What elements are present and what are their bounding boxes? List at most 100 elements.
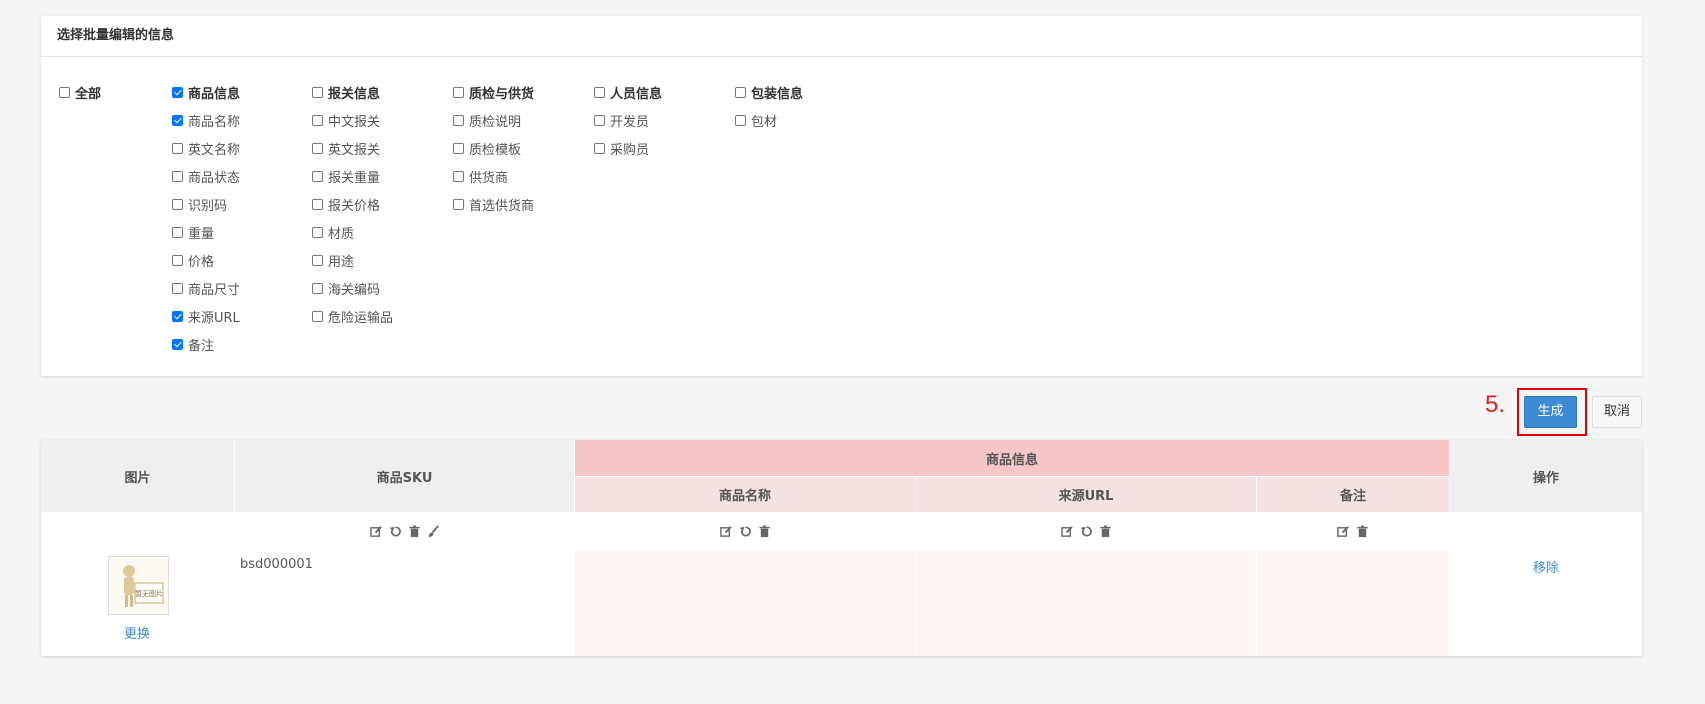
checkbox-box[interactable] [594, 142, 605, 154]
checkbox-box[interactable] [172, 198, 183, 210]
field-checkbox[interactable]: 质检说明 [453, 106, 534, 134]
checkbox-box[interactable] [735, 114, 746, 126]
field-checkbox[interactable]: 海关编码 [312, 274, 393, 302]
checkbox-box[interactable] [172, 226, 183, 238]
cell-note[interactable] [1257, 551, 1449, 656]
field-checkbox[interactable]: 商品名称 [172, 106, 240, 134]
field-checkbox[interactable]: 材质 [312, 218, 393, 246]
field-checkbox[interactable]: 备注 [172, 330, 240, 358]
field-checkbox[interactable]: 包材 [735, 106, 803, 134]
checkbox-box[interactable] [172, 310, 183, 322]
field-checkbox[interactable]: 报关重量 [312, 162, 393, 190]
checkbox-box[interactable] [172, 86, 183, 98]
field-checkbox[interactable]: 采购员 [594, 134, 662, 162]
checkbox-box[interactable] [453, 142, 464, 154]
field-checkbox-label: 商品尺寸 [188, 282, 241, 298]
field-checkbox[interactable]: 商品状态 [172, 162, 240, 190]
group-header-checkbox[interactable]: 商品信息 [172, 78, 240, 106]
field-checkbox-label: 中文报关 [328, 114, 381, 130]
checkbox-box[interactable] [312, 226, 323, 238]
field-checkbox[interactable]: 供货商 [453, 162, 534, 190]
trash-icon[interactable] [1099, 524, 1112, 538]
group-header-checkbox[interactable]: 包装信息 [735, 78, 803, 106]
checkbox-box[interactable] [312, 282, 323, 294]
field-checkbox-label: 首选供货商 [469, 198, 535, 214]
cell-product-name[interactable] [575, 551, 915, 656]
edit-icon[interactable] [1060, 525, 1074, 538]
field-checkbox[interactable]: 识别码 [172, 190, 240, 218]
checkbox-box[interactable] [594, 114, 605, 126]
checkbox-box[interactable] [172, 338, 183, 350]
checkbox-box[interactable] [172, 142, 183, 154]
checkbox-box[interactable] [312, 86, 323, 98]
result-table: 图片 商品SKU 商品信息 商品名称 来源URL 备注 操作 暂无图片 更换 b… [41, 440, 1642, 656]
edit-icon[interactable] [1337, 525, 1350, 538]
group-header-checkbox[interactable]: 报关信息 [312, 78, 393, 106]
checkbox-box[interactable] [312, 142, 323, 154]
field-checkbox[interactable]: 英文报关 [312, 134, 393, 162]
checkbox-box[interactable] [312, 170, 323, 182]
field-checkbox-label: 英文名称 [188, 142, 241, 158]
field-checkbox[interactable]: 报关价格 [312, 190, 393, 218]
field-checkbox-label: 来源URL [188, 310, 240, 326]
group-header-label: 人员信息 [610, 86, 663, 102]
field-checkbox[interactable]: 质检模板 [453, 134, 534, 162]
note-tools [1257, 512, 1449, 550]
step-annotation: 5. [1485, 391, 1506, 418]
checkbox-box[interactable] [594, 86, 605, 98]
field-checkbox[interactable]: 商品尺寸 [172, 274, 240, 302]
undo-icon[interactable] [1080, 525, 1093, 538]
remove-link[interactable]: 移除 [1533, 557, 1559, 576]
field-checkbox-label: 质检说明 [469, 114, 522, 130]
group-header-label: 报关信息 [328, 86, 381, 102]
field-checkbox[interactable]: 来源URL [172, 302, 240, 330]
replace-image-link[interactable]: 更换 [124, 623, 150, 642]
checkbox-box[interactable] [735, 86, 746, 98]
checkbox-box[interactable] [312, 254, 323, 266]
field-checkbox[interactable]: 英文名称 [172, 134, 240, 162]
undo-icon[interactable] [389, 525, 402, 538]
field-checkbox-label: 识别码 [188, 198, 228, 214]
field-checkbox[interactable]: 危险运输品 [312, 302, 393, 330]
checkbox-all[interactable]: 全部 [59, 78, 101, 106]
checkbox-group-2: 质检与供货质检说明质检模板供货商首选供货商 [453, 78, 534, 218]
field-checkbox-label: 质检模板 [469, 142, 522, 158]
checkbox-box[interactable] [453, 198, 464, 210]
generate-button[interactable]: 生成 [1524, 396, 1577, 428]
field-checkbox-label: 海关编码 [328, 282, 381, 298]
all-column: 全部 [59, 78, 101, 106]
cancel-button[interactable]: 取消 [1592, 396, 1642, 428]
brush-icon[interactable] [427, 524, 440, 538]
edit-icon[interactable] [719, 525, 733, 538]
checkbox-all-box[interactable] [59, 86, 70, 98]
edit-icon[interactable] [369, 525, 383, 538]
checkbox-box[interactable] [172, 170, 183, 182]
checkbox-box[interactable] [453, 114, 464, 126]
trash-icon[interactable] [758, 524, 771, 538]
field-checkbox[interactable]: 用途 [312, 246, 393, 274]
field-checkbox[interactable]: 开发员 [594, 106, 662, 134]
cell-source-url[interactable] [916, 551, 1256, 656]
batch-edit-panel: 选择批量编辑的信息 全部 商品信息 商品名称 英文名称 商品状态 识别码 重量 价格 商品尺寸… [41, 16, 1642, 376]
group-header-checkbox[interactable]: 质检与供货 [453, 78, 534, 106]
placeholder-figure-icon: 暂无图片 [123, 565, 164, 607]
checkbox-box[interactable] [453, 86, 464, 98]
checkbox-box[interactable] [312, 310, 323, 322]
field-checkbox[interactable]: 首选供货商 [453, 190, 534, 218]
header-source-url: 来源URL [916, 477, 1256, 512]
checkbox-box[interactable] [172, 282, 183, 294]
field-checkbox-label: 备注 [188, 338, 215, 354]
checkbox-box[interactable] [453, 170, 464, 182]
checkbox-box[interactable] [172, 254, 183, 266]
trash-icon[interactable] [1356, 524, 1369, 538]
checkbox-box[interactable] [312, 114, 323, 126]
field-checkbox-label: 供货商 [469, 170, 509, 186]
checkbox-box[interactable] [172, 114, 183, 126]
field-checkbox[interactable]: 价格 [172, 246, 240, 274]
field-checkbox[interactable]: 重量 [172, 218, 240, 246]
field-checkbox[interactable]: 中文报关 [312, 106, 393, 134]
trash-icon[interactable] [408, 524, 421, 538]
group-header-checkbox[interactable]: 人员信息 [594, 78, 662, 106]
undo-icon[interactable] [739, 525, 752, 538]
checkbox-box[interactable] [312, 198, 323, 210]
